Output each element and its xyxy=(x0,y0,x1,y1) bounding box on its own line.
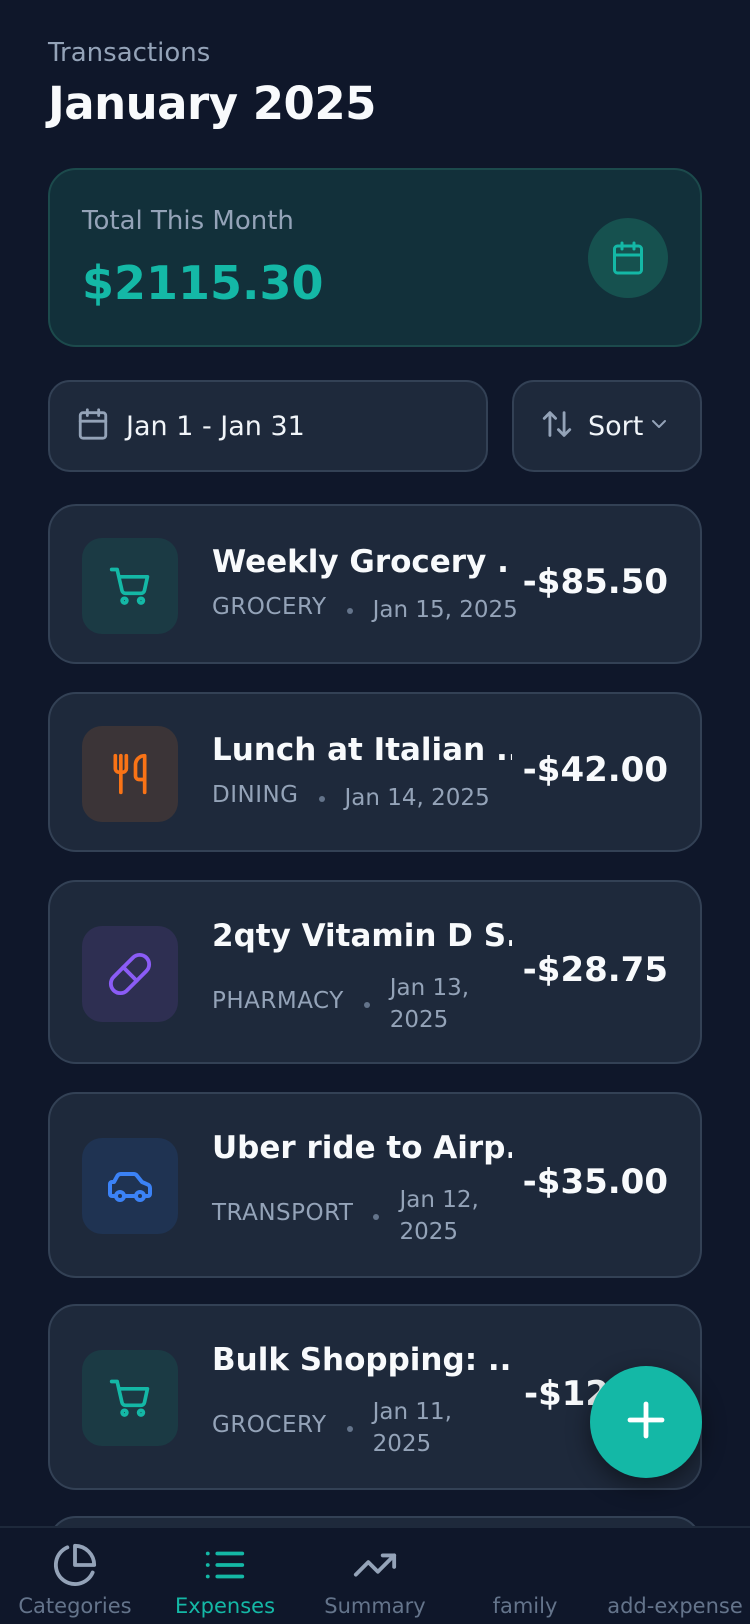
transaction-card[interactable]: Lunch at Italian ... DINING Jan 14, 2025… xyxy=(48,692,702,852)
transaction-card[interactable]: Uber ride to Airp... TRANSPORT Jan 12, 2… xyxy=(48,1092,702,1278)
transaction-meta: TRANSPORT Jan 12, 2025 xyxy=(212,1184,499,1248)
total-summary-card: Total This Month $2115.30 xyxy=(48,168,702,347)
tab-label: add-expense xyxy=(607,1594,743,1618)
transaction-category: DINING xyxy=(212,782,299,808)
transactions-screen: Transactions January 2025 Total This Mon… xyxy=(0,0,750,1624)
tab-label: Categories xyxy=(18,1594,132,1618)
tab-add-expense[interactable]: add-expense xyxy=(600,1528,750,1624)
transaction-card[interactable]: 2qty Vitamin D S... PHARMACY Jan 13, 202… xyxy=(48,880,702,1064)
transaction-date: Jan 14, 2025 xyxy=(344,785,490,811)
tab-categories[interactable]: Categories xyxy=(0,1528,150,1624)
transaction-date: Jan 15, 2025 xyxy=(372,597,518,623)
tab-label: Expenses xyxy=(174,1594,276,1618)
tab-summary[interactable]: Summary xyxy=(300,1528,450,1624)
chevron-down-icon xyxy=(647,412,671,440)
transaction-category: GROCERY xyxy=(212,1412,327,1438)
add-expense-button[interactable] xyxy=(590,1366,702,1478)
transaction-amount: -$35.00 xyxy=(522,1162,668,1202)
transaction-date: Jan 11, 2025 xyxy=(372,1399,452,1457)
header: Transactions January 2025 xyxy=(48,36,376,134)
transaction-card[interactable]: Weekly Grocery ... GROCERY Jan 15, 2025 … xyxy=(48,504,702,664)
tab-label: family xyxy=(492,1594,558,1618)
separator-dot xyxy=(346,608,353,614)
filters-row: Jan 1 - Jan 31 Sort xyxy=(48,380,702,472)
plus-icon xyxy=(622,1396,670,1448)
separator-dot xyxy=(363,1002,370,1008)
transaction-category: PHARMACY xyxy=(212,988,344,1014)
transaction-title: Bulk Shopping: ... xyxy=(212,1342,512,1378)
car-icon xyxy=(82,1138,178,1234)
sort-button[interactable]: Sort xyxy=(512,380,702,472)
transaction-amount: -$42.00 xyxy=(522,750,668,790)
transaction-category: TRANSPORT xyxy=(212,1200,354,1226)
tab-expenses[interactable]: Expenses xyxy=(150,1528,300,1624)
calendar-icon xyxy=(588,218,668,298)
transaction-title: Lunch at Italian ... xyxy=(212,732,512,768)
separator-dot xyxy=(318,796,325,802)
pill-icon xyxy=(82,926,178,1022)
list-icon xyxy=(202,1542,248,1592)
total-label: Total This Month xyxy=(82,206,294,236)
transaction-date: Jan 13, 2025 xyxy=(389,975,470,1033)
bottom-tab-bar: Categories Expenses Summary family add-e… xyxy=(0,1526,750,1624)
transaction-amount: -$28.75 xyxy=(522,950,668,990)
transaction-category: GROCERY xyxy=(212,594,327,620)
transaction-title: 2qty Vitamin D S... xyxy=(212,918,512,954)
separator-dot xyxy=(373,1214,380,1220)
tab-label: Summary xyxy=(324,1594,426,1618)
calendar-icon xyxy=(76,407,110,445)
date-range-button[interactable]: Jan 1 - Jan 31 xyxy=(48,380,488,472)
sort-arrows-icon xyxy=(540,407,574,445)
page-title: January 2025 xyxy=(48,77,376,130)
utensils-icon xyxy=(82,726,178,822)
cart-icon xyxy=(82,1350,178,1446)
total-amount: $2115.30 xyxy=(82,256,324,310)
page-subtitle: Transactions xyxy=(48,38,211,68)
trending-up-icon xyxy=(352,1542,398,1592)
transaction-date: Jan 12, 2025 xyxy=(399,1187,479,1245)
transaction-meta: PHARMACY Jan 13, 2025 xyxy=(212,972,490,1036)
tab-family[interactable]: family xyxy=(450,1528,600,1624)
pie-chart-icon xyxy=(52,1542,98,1592)
transaction-meta: GROCERY Jan 11, 2025 xyxy=(212,1396,473,1460)
transaction-amount: -$85.50 xyxy=(522,562,668,602)
cart-icon xyxy=(82,538,178,634)
transaction-meta: DINING Jan 14, 2025 xyxy=(212,782,490,814)
transaction-meta: GROCERY Jan 15, 2025 xyxy=(212,594,518,626)
separator-dot xyxy=(346,1426,353,1432)
transaction-title: Weekly Grocery ... xyxy=(212,544,512,580)
date-range-label: Jan 1 - Jan 31 xyxy=(126,410,305,442)
sort-label: Sort xyxy=(588,410,644,442)
transaction-title: Uber ride to Airp... xyxy=(212,1130,512,1166)
